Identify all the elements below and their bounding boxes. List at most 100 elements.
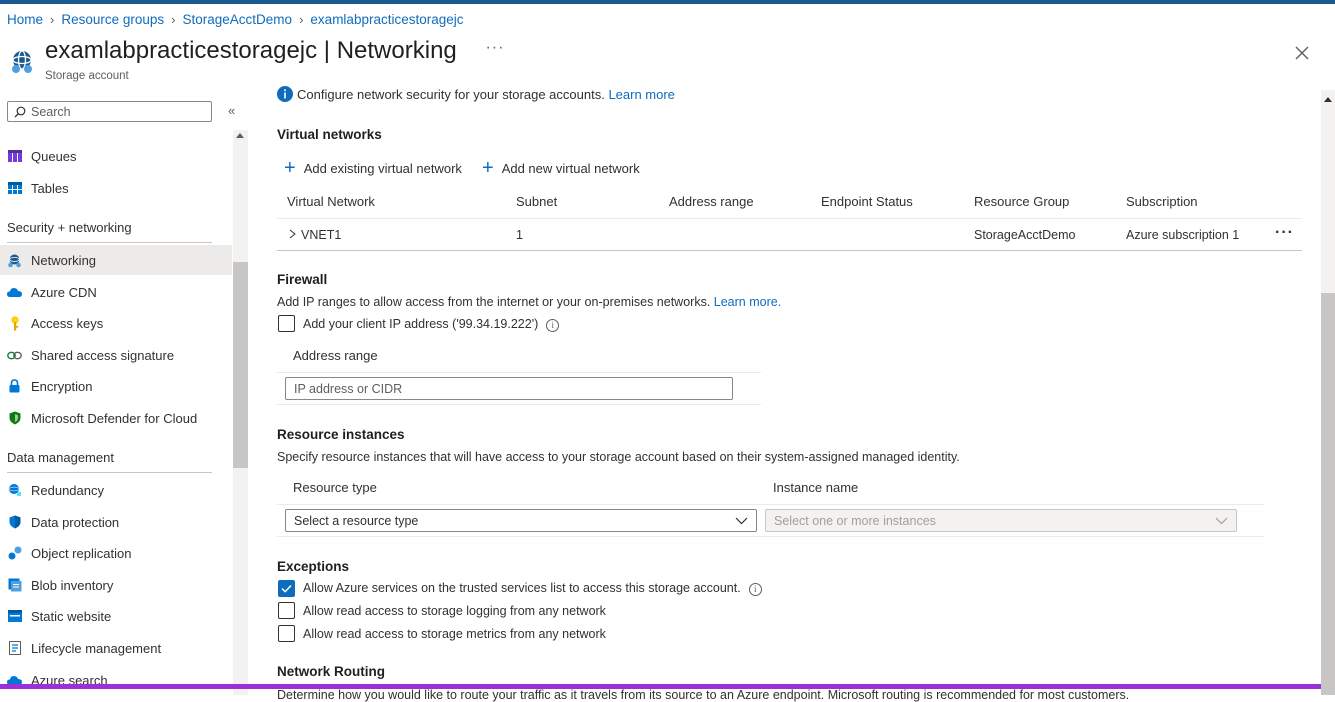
address-range-input[interactable] [285, 377, 733, 400]
breadcrumb-resource-group[interactable]: StorageAcctDemo [183, 12, 293, 27]
sidebar-item-label: Encryption [31, 378, 93, 394]
sidebar-item-label: Static website [31, 608, 112, 624]
exception-trusted-services-checkbox[interactable] [278, 580, 295, 597]
page-subtitle: Storage account [45, 70, 129, 82]
search-icon [14, 106, 26, 117]
column-header-endpoint-status[interactable]: Endpoint Status [821, 194, 913, 209]
more-options-button[interactable]: ··· [485, 39, 504, 56]
sidebar-item-label: Redundancy [31, 482, 104, 498]
info-text: Configure network security for your stor… [297, 87, 609, 102]
chevron-down-icon [735, 517, 748, 525]
plus-icon: + [284, 157, 296, 179]
sidebar-scrollbar-thumb[interactable] [233, 262, 248, 468]
sidebar-item-label: Networking [31, 252, 97, 268]
table-row-divider [277, 250, 1302, 251]
column-header-address-range[interactable]: Address range [669, 194, 754, 209]
divider [277, 404, 761, 405]
info-banner: Configure network security for your stor… [277, 86, 675, 102]
breadcrumb-storage-account[interactable]: examlabpracticestoragejc [310, 12, 463, 27]
globe-icon [7, 483, 22, 498]
client-ip-checkbox[interactable] [278, 315, 295, 332]
exceptions-title: Exceptions [277, 559, 350, 574]
sidebar-item-label: Queues [31, 148, 77, 164]
chevron-right-icon: › [299, 12, 304, 27]
firewall-description-text: Add IP ranges to allow access from the i… [277, 295, 714, 309]
sidebar-item-redundancy[interactable]: Redundancy [0, 475, 232, 505]
resource-type-header: Resource type [293, 480, 377, 495]
sidebar-item-label: Access keys [31, 315, 104, 331]
resource-group-cell: StorageAcctDemo [974, 228, 1076, 242]
resource-instances-title: Resource instances [277, 427, 405, 442]
page-title-name: examlabpracticestoragejc [45, 37, 318, 64]
scroll-up-icon[interactable] [1324, 97, 1332, 102]
resource-type-placeholder: Select a resource type [294, 513, 419, 528]
firewall-description: Add IP ranges to allow access from the i… [277, 295, 781, 309]
divider [7, 242, 212, 243]
breadcrumb-resource-groups[interactable]: Resource groups [61, 12, 164, 27]
sidebar-item-shared-access-signature[interactable]: Shared access signature [0, 340, 232, 370]
info-icon [277, 86, 293, 102]
sidebar-item-azure-search[interactable]: Azure search [0, 665, 232, 695]
search-input[interactable] [31, 104, 201, 119]
network-routing-description: Determine how you would like to route yo… [277, 688, 1130, 702]
divider [277, 536, 1264, 537]
cloud-icon [7, 285, 22, 300]
vnet-name-cell[interactable]: VNET1 [288, 228, 341, 242]
address-range-header: Address range [293, 348, 378, 363]
sidebar-item-tables[interactable]: Tables [0, 173, 232, 203]
sidebar-item-queues[interactable]: Queues [0, 141, 232, 171]
networking-icon [12, 50, 32, 73]
learn-more-link[interactable]: Learn more [608, 87, 674, 102]
table-header-divider [277, 218, 1302, 219]
info-icon[interactable]: i [748, 583, 762, 596]
sidebar-item-label: Lifecycle management [31, 640, 162, 656]
sidebar-item-object-replication[interactable]: Object replication [0, 538, 232, 568]
row-more-options-button[interactable]: ··· [1275, 224, 1294, 242]
sidebar-item-label: Blob inventory [31, 577, 114, 593]
firewall-learn-more-link[interactable]: Learn more. [714, 295, 781, 309]
breadcrumb: Home › Resource groups › StorageAcctDemo… [7, 12, 464, 27]
sidebar-item-lifecycle-management[interactable]: Lifecycle management [0, 633, 232, 663]
column-header-virtual-network[interactable]: Virtual Network [287, 194, 375, 209]
column-header-resource-group[interactable]: Resource Group [974, 194, 1069, 209]
instance-name-header: Instance name [773, 480, 859, 495]
collapse-sidebar-button[interactable]: « [228, 103, 235, 118]
breadcrumb-home[interactable]: Home [7, 12, 43, 27]
add-new-vnet-button[interactable]: + Add new virtual network [482, 158, 640, 178]
info-icon[interactable]: i [546, 319, 560, 332]
close-icon[interactable] [1292, 43, 1312, 63]
sidebar-item-encryption[interactable]: Encryption [0, 371, 232, 401]
column-header-subnet[interactable]: Subnet [516, 194, 557, 209]
sidebar-item-access-keys[interactable]: Access keys [0, 308, 232, 338]
resource-type-dropdown[interactable]: Select a resource type [285, 509, 757, 532]
sidebar-item-static-website[interactable]: Static website [0, 601, 232, 631]
sidebar-item-networking[interactable]: Networking [0, 245, 232, 275]
virtual-networks-title: Virtual networks [277, 127, 382, 142]
chevron-right-icon[interactable] [288, 228, 297, 242]
sidebar-item-data-protection[interactable]: Data protection [0, 507, 232, 537]
client-ip-label-text: Add your client IP address ('99.34.19.22… [303, 317, 539, 331]
website-icon [7, 609, 22, 624]
scroll-up-icon[interactable] [236, 133, 244, 138]
main-scrollbar-thumb[interactable] [1321, 293, 1335, 695]
exception-logging-checkbox[interactable] [278, 602, 295, 619]
exception-trusted-services-label: Allow Azure services on the trusted serv… [303, 581, 762, 596]
instance-name-placeholder: Select one or more instances [774, 513, 936, 528]
divider [277, 504, 1264, 505]
subnet-cell: 1 [516, 228, 523, 242]
vnet-name: VNET1 [301, 228, 342, 242]
sidebar-item-azure-cdn[interactable]: Azure CDN [0, 277, 232, 307]
instance-name-dropdown[interactable]: Select one or more instances [765, 509, 1237, 532]
add-existing-vnet-button[interactable]: + Add existing virtual network [284, 158, 462, 178]
sidebar-item-label: Object replication [31, 545, 132, 561]
plus-icon: + [482, 157, 494, 179]
exception-metrics-checkbox[interactable] [278, 625, 295, 642]
sidebar-item-microsoft-defender[interactable]: Microsoft Defender for Cloud [0, 403, 232, 433]
sidebar-item-blob-inventory[interactable]: Blob inventory [0, 570, 232, 600]
column-header-subscription[interactable]: Subscription [1126, 194, 1198, 209]
queues-icon [7, 149, 22, 164]
inventory-icon [7, 578, 22, 593]
sidebar-item-label: Tables [31, 180, 69, 196]
replication-icon [7, 546, 22, 561]
group-header-security-networking: Security + networking [7, 220, 132, 235]
